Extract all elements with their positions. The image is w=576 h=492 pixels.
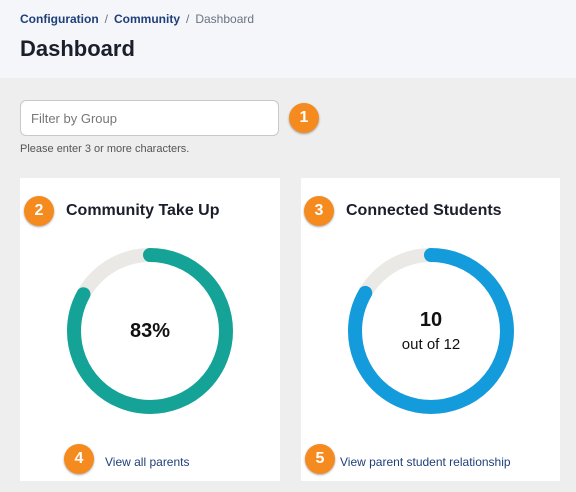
connected-students-title: Connected Students: [346, 202, 502, 219]
filter-helper-text: Please enter 3 or more characters.: [20, 143, 190, 155]
breadcrumb: Configuration / Community / Dashboard: [20, 12, 254, 26]
view-all-parents-link[interactable]: View all parents: [105, 455, 190, 469]
connected-students-card: Connected Students 10 out of 12 View par…: [301, 178, 560, 481]
page-header: Configuration / Community / Dashboard Dashbo…: [0, 0, 576, 78]
donut-center: 10 out of 12: [346, 246, 516, 416]
community-take-up-title: Community Take Up: [66, 202, 220, 219]
breadcrumb-community-link[interactable]: Community: [114, 12, 180, 26]
callout-badge-5: 5: [305, 444, 335, 474]
callout-badge-4: 4: [64, 444, 94, 474]
filter-by-group-input[interactable]: [20, 100, 279, 136]
connected-count: 10: [419, 309, 443, 331]
donut-center: 83%: [65, 246, 235, 416]
callout-badge-2: 2: [24, 196, 54, 226]
take-up-percentage: 83%: [129, 319, 171, 342]
callout-badge-3: 3: [304, 196, 334, 226]
breadcrumb-configuration-link[interactable]: Configuration: [20, 12, 99, 26]
community-take-up-card: Community Take Up 83% View all parents: [20, 178, 280, 481]
breadcrumb-separator: /: [104, 12, 108, 26]
callout-badge-1: 1: [289, 103, 319, 133]
page-title: Dashboard: [20, 36, 135, 61]
breadcrumb-current: Dashboard: [195, 12, 255, 26]
view-parent-student-relationship-link[interactable]: View parent student relationship: [340, 455, 511, 469]
breadcrumb-separator: /: [186, 12, 190, 26]
connected-total: out of 12: [401, 336, 461, 353]
